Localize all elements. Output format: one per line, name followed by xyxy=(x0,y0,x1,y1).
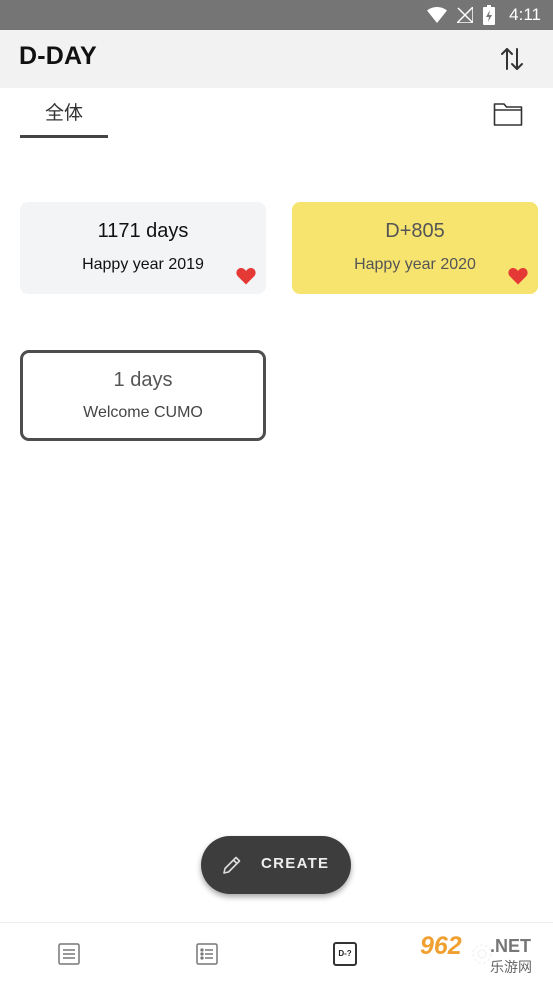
nav-memo[interactable] xyxy=(57,942,81,966)
card-subtitle: Happy year 2019 xyxy=(82,256,204,273)
app-bar: D-DAY xyxy=(0,30,553,88)
no-signal-icon xyxy=(457,7,474,23)
folder-button[interactable] xyxy=(493,101,523,127)
tab-label: 全体 xyxy=(44,102,83,124)
watermark-number: 962 xyxy=(420,932,462,960)
card-title: D+805 xyxy=(385,220,445,242)
nav-dday[interactable]: D-? xyxy=(333,942,357,966)
card-subtitle: Welcome CUMO xyxy=(83,404,203,421)
card-subtitle: Happy year 2020 xyxy=(354,256,476,273)
dday-card[interactable]: 1 days Welcome CUMO xyxy=(20,350,266,441)
app-title: D-DAY xyxy=(19,42,97,70)
list-icon xyxy=(196,943,218,965)
card-title: 1 days xyxy=(113,369,173,391)
heart-icon[interactable] xyxy=(508,267,528,285)
tab-all[interactable]: 全体 xyxy=(20,100,108,138)
watermark-logo: 962 .NET 乐游网 xyxy=(414,930,548,978)
memo-icon xyxy=(58,943,80,965)
battery-charging-icon xyxy=(483,5,496,25)
watermark-domain: .NET xyxy=(490,936,532,956)
dday-card[interactable]: 1171 days Happy year 2019 xyxy=(20,202,266,294)
create-label: CREATE xyxy=(261,855,330,872)
sort-icon xyxy=(501,48,523,70)
sort-button[interactable] xyxy=(499,46,525,72)
status-icons: 4:11 xyxy=(427,4,541,26)
folder-icon xyxy=(493,103,523,126)
wifi-icon xyxy=(427,7,448,23)
dday-icon: D-? xyxy=(338,949,352,958)
heart-icon[interactable] xyxy=(236,267,256,285)
status-time: 4:11 xyxy=(509,5,541,24)
tab-indicator xyxy=(20,135,108,138)
watermark-name: 乐游网 xyxy=(490,960,532,976)
dday-card[interactable]: D+805 Happy year 2020 xyxy=(292,202,538,294)
nav-list[interactable] xyxy=(195,942,219,966)
status-bar: 4:11 xyxy=(0,0,553,30)
create-button[interactable]: CREATE xyxy=(201,836,351,894)
card-title: 1171 days xyxy=(97,220,189,242)
pencil-icon xyxy=(223,856,241,874)
